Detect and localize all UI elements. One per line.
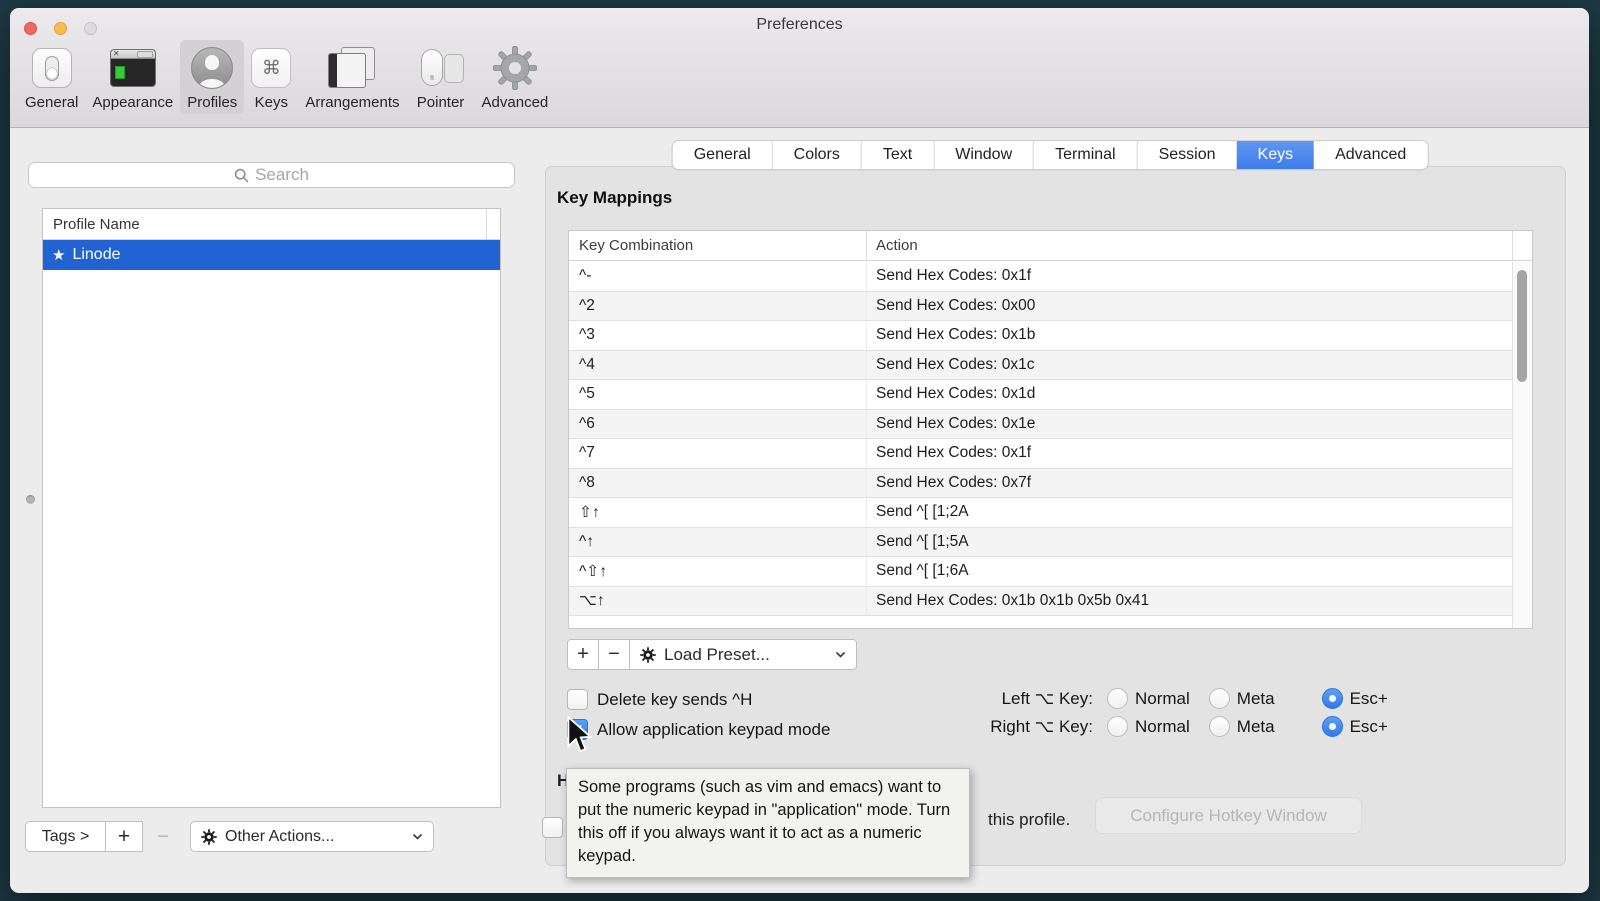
key-mapping-row[interactable]: ⇧↑Send ^[ [1;2A — [569, 498, 1512, 528]
chevron-down-icon — [412, 833, 423, 840]
key-mappings-table-header: Key Combination Action — [569, 231, 1532, 261]
toolbar-item-keys[interactable]: ⌘ Keys — [244, 40, 298, 114]
tags-button[interactable]: Tags > — [25, 821, 106, 852]
tab-keys[interactable]: Keys — [1237, 141, 1315, 169]
key-mapping-row[interactable]: ^7Send Hex Codes: 0x1f — [569, 439, 1512, 469]
key-mapping-row[interactable]: ^8Send Hex Codes: 0x7f — [569, 469, 1512, 499]
window-chrome: Preferences General ✕ Appearance Profile… — [10, 8, 1589, 128]
toggle-switch-icon — [32, 44, 72, 92]
hotkey-text-fragment: this profile. — [988, 810, 1070, 830]
add-mapping-button[interactable]: + — [567, 639, 599, 670]
tab-terminal[interactable]: Terminal — [1034, 141, 1137, 169]
right-option-meta-radio[interactable] — [1209, 716, 1230, 737]
toolbar-item-profiles[interactable]: Profiles — [180, 40, 244, 114]
terminal-window-icon: ✕ — [110, 44, 156, 92]
other-actions-dropdown[interactable]: Other Actions... — [190, 821, 434, 852]
right-option-key-group: Right ⌥ Key: Normal Meta Esc+ — [945, 716, 1388, 737]
tab-advanced[interactable]: Advanced — [1314, 141, 1427, 169]
profile-tabbar: General Colors Text Window Terminal Sess… — [672, 140, 1429, 170]
toolbar-item-general[interactable]: General — [18, 40, 85, 114]
profile-list: Profile Name ★ Linode — [42, 208, 501, 808]
left-option-meta-radio[interactable] — [1209, 688, 1230, 709]
search-input[interactable]: Search — [28, 162, 515, 188]
tab-colors[interactable]: Colors — [773, 141, 862, 169]
windows-stack-icon — [328, 44, 376, 92]
star-icon: ★ — [52, 246, 65, 264]
key-mappings-heading: Key Mappings — [557, 188, 672, 208]
left-option-normal-radio[interactable] — [1107, 688, 1128, 709]
keypad-mode-tooltip: Some programs (such as vim and emacs) wa… — [566, 768, 970, 878]
mouse-icon — [414, 44, 468, 92]
key-mapping-row[interactable]: ^-Send Hex Codes: 0x1f — [569, 262, 1512, 292]
configure-hotkey-window-button[interactable]: Configure Hotkey Window — [1095, 797, 1362, 834]
profile-name: Linode — [72, 246, 120, 264]
search-placeholder: Search — [255, 165, 309, 185]
person-icon — [191, 44, 233, 92]
load-preset-dropdown[interactable]: Load Preset... — [629, 639, 857, 670]
gear-icon — [201, 829, 217, 845]
mouse-cursor — [566, 716, 594, 758]
tab-text[interactable]: Text — [862, 141, 934, 169]
table-scrollbar-thumb[interactable] — [1517, 270, 1527, 382]
key-mappings-table-body: ^-Send Hex Codes: 0x1f ^2Send Hex Codes:… — [569, 262, 1512, 628]
key-mapping-row[interactable]: ^↑Send ^[ [1;5A — [569, 528, 1512, 558]
key-mappings-table: Key Combination Action ^-Send Hex Codes:… — [568, 230, 1533, 629]
key-mapping-row[interactable]: ^3Send Hex Codes: 0x1b — [569, 321, 1512, 351]
add-profile-button[interactable]: + — [105, 821, 143, 852]
tab-general[interactable]: General — [673, 141, 773, 169]
toolbar-item-advanced[interactable]: Advanced — [475, 40, 556, 114]
sidebar-button-bar: Tags > + − Other Actions... — [25, 821, 434, 852]
gear-icon — [640, 647, 656, 663]
preferences-window: Preferences General ✕ Appearance Profile… — [10, 8, 1589, 893]
window-title: Preferences — [10, 16, 1589, 34]
remove-mapping-button[interactable]: − — [598, 639, 630, 670]
key-mapping-row[interactable]: ^6Send Hex Codes: 0x1e — [569, 410, 1512, 440]
toolbar: General ✕ Appearance Profiles ⌘ Keys — [18, 40, 555, 114]
delete-key-sends-checkbox-row: Delete key sends ^H — [567, 689, 752, 710]
key-mapping-row[interactable]: ^4Send Hex Codes: 0x1c — [569, 351, 1512, 381]
table-scrollbar-track[interactable] — [1512, 262, 1532, 628]
command-key-icon: ⌘ — [251, 44, 291, 92]
hotkey-checkbox[interactable] — [542, 817, 563, 838]
right-option-esc-radio[interactable] — [1322, 716, 1343, 737]
tab-session[interactable]: Session — [1138, 141, 1237, 169]
key-mapping-row[interactable]: ⌥↑Send Hex Codes: 0x1b 0x1b 0x5b 0x41 — [569, 587, 1512, 617]
application-keypad-checkbox-row: ✓ Allow application keypad mode — [567, 719, 830, 740]
right-option-normal-radio[interactable] — [1107, 716, 1128, 737]
delete-key-sends-checkbox[interactable] — [567, 689, 588, 710]
toolbar-item-arrangements[interactable]: Arrangements — [298, 40, 406, 114]
profile-row-linode[interactable]: ★ Linode — [43, 240, 500, 270]
toolbar-item-appearance[interactable]: ✕ Appearance — [85, 40, 180, 114]
toolbar-item-pointer[interactable]: Pointer — [407, 40, 475, 114]
key-mapping-controls: + − Load Preset... — [567, 639, 857, 670]
search-icon — [234, 168, 249, 183]
key-mapping-row[interactable]: ^5Send Hex Codes: 0x1d — [569, 380, 1512, 410]
remove-profile-button-disabled: − — [143, 821, 183, 852]
key-mapping-row[interactable]: ^2Send Hex Codes: 0x00 — [569, 292, 1512, 322]
key-mapping-row[interactable]: ^⇧↑Send ^[ [1;6A — [569, 557, 1512, 587]
pane-splitter-handle[interactable] — [26, 495, 35, 504]
profile-list-header: Profile Name — [43, 209, 500, 240]
left-option-esc-radio[interactable] — [1322, 688, 1343, 709]
tab-window[interactable]: Window — [934, 141, 1034, 169]
chevron-down-icon — [835, 651, 846, 658]
gear-icon — [493, 44, 537, 92]
left-option-key-group: Left ⌥ Key: Normal Meta Esc+ — [945, 688, 1388, 709]
